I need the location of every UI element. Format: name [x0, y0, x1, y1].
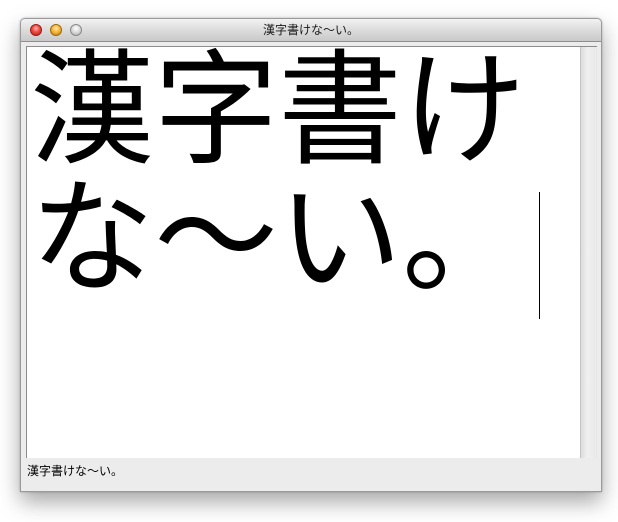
text-caret: [539, 192, 540, 319]
app-window: 漢字書けな〜い。 漢字書けな〜い。 漢字書けな〜い。: [20, 18, 602, 492]
title-bar[interactable]: 漢字書けな〜い。: [21, 19, 601, 42]
text-view[interactable]: 漢字書けな〜い。: [27, 47, 579, 458]
status-bar: 漢字書けな〜い。: [21, 458, 601, 491]
editor-text[interactable]: 漢字書けな〜い。: [30, 47, 578, 303]
status-text: 漢字書けな〜い。: [27, 464, 124, 478]
window-title: 漢字書けな〜い。: [262, 23, 359, 37]
vertical-scrollbar[interactable]: [580, 47, 597, 458]
editor-area: 漢字書けな〜い。: [26, 46, 597, 458]
